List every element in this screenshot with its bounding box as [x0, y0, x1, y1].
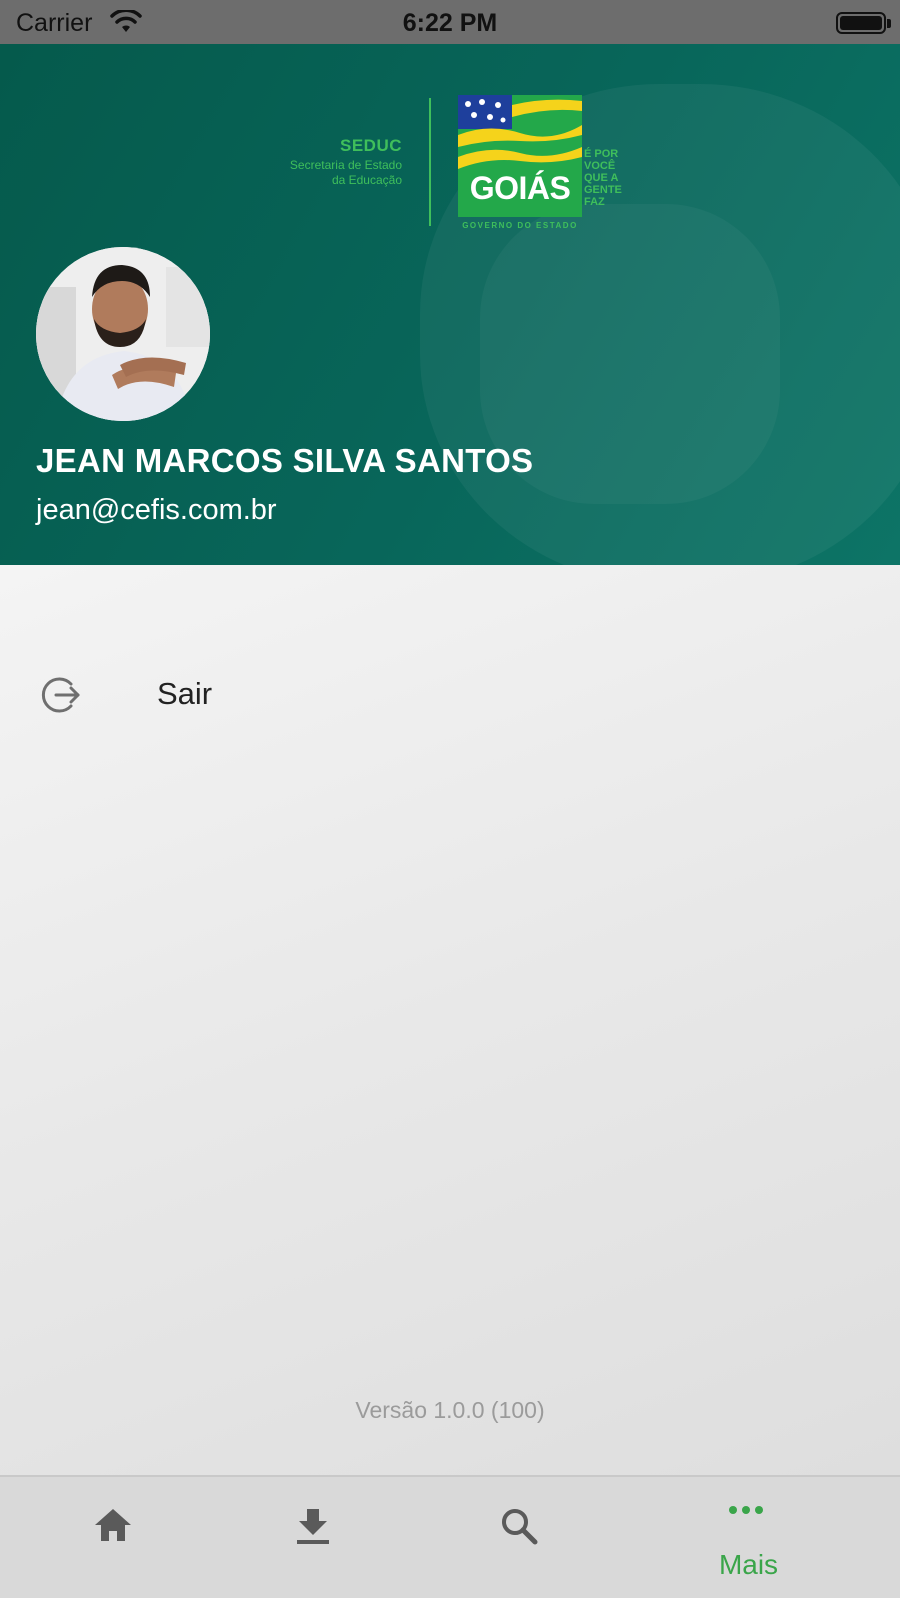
app-version: Versão 1.0.0 (100)	[355, 1397, 545, 1423]
home-icon	[95, 1509, 131, 1541]
tab-downloads[interactable]	[200, 1477, 425, 1598]
slogan-line-4: GENTE	[584, 184, 622, 196]
menu-content: Sair Versão 1.0.0 (100)	[0, 565, 900, 1475]
seduc-subtitle-line1: Secretaria de Estado	[289, 158, 402, 172]
user-name: JEAN MARCOS SILVA SANTOS	[36, 442, 534, 479]
tab-search[interactable]	[406, 1477, 631, 1598]
logout-icon	[41, 677, 80, 713]
tab-mais-label: Mais	[718, 1549, 779, 1580]
profile-header: SEDUC Secretaria de Estado da Educação G…	[0, 44, 900, 565]
user-avatar	[36, 247, 210, 421]
battery-icon	[836, 12, 886, 34]
seduc-logo: SEDUC Secretaria de Estado da Educação	[270, 136, 402, 188]
search-icon	[502, 1509, 538, 1545]
goias-slogan: É POR VOCÊ QUE A GENTE FAZ	[584, 148, 634, 208]
seduc-title: SEDUC	[339, 136, 402, 155]
menu-item-label: Sair	[157, 676, 213, 711]
tab-mais[interactable]: Mais	[636, 1477, 861, 1598]
more-dots-icon	[729, 1506, 763, 1514]
logo-divider	[429, 98, 431, 226]
slogan-line-5: FAZ	[584, 196, 605, 208]
user-email: jean@cefis.com.br	[36, 494, 277, 526]
slogan-line-1: É POR	[584, 148, 619, 160]
download-icon	[297, 1509, 329, 1544]
goias-government-text: GOVERNO DO ESTADO	[462, 221, 578, 230]
slogan-line-2: VOCÊ	[584, 160, 616, 172]
slogan-line-3: QUE A	[584, 172, 619, 184]
status-time: 6:22 PM	[402, 9, 498, 37]
goias-wordmark: GOIÁS	[469, 170, 571, 206]
menu-item-sair[interactable]: Sair	[0, 650, 900, 740]
seduc-subtitle-line2: da Educação	[331, 173, 402, 187]
status-bar: Carrier 6:22 PM	[0, 0, 900, 44]
battery-tip	[887, 19, 891, 28]
tab-bar: Mais	[0, 1475, 900, 1598]
tab-home[interactable]	[0, 1477, 225, 1598]
